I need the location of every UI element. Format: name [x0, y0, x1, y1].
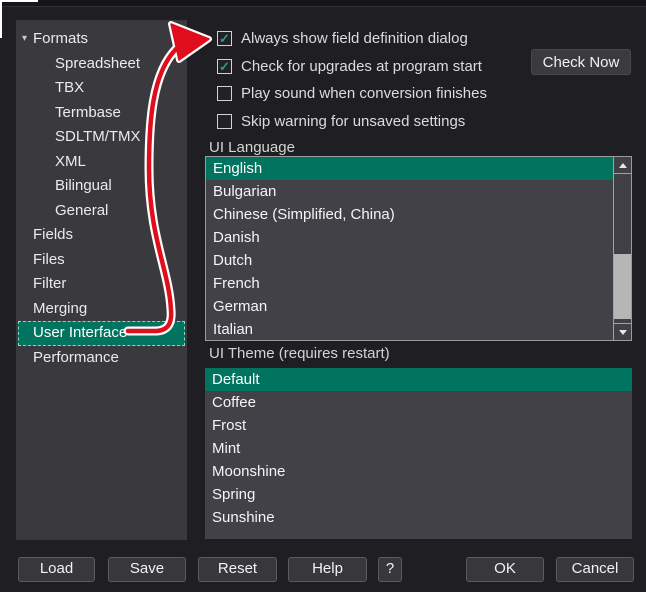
save-button[interactable]: Save — [108, 557, 186, 582]
list-item-english[interactable]: English — [206, 157, 613, 180]
scroll-down-icon[interactable] — [614, 323, 631, 340]
sidebar-item-label: TBX — [55, 79, 85, 96]
ui-theme-label: UI Theme (requires restart) — [209, 345, 390, 362]
background-window-corner — [0, 0, 38, 2]
ui-language-label: UI Language — [209, 139, 295, 156]
sidebar-item-xml[interactable]: XML — [16, 150, 187, 175]
list-item-moonshine[interactable]: Moonshine — [205, 460, 632, 483]
sidebar-item-label: User Interface — [33, 324, 128, 341]
sidebar-item-label: Spreadsheet — [55, 54, 141, 72]
options-checkbox-group: ✓ Always show field definition dialog ✓ Che… — [217, 0, 527, 140]
checkbox-row[interactable]: ✓ Check for upgrades at program start — [217, 57, 482, 75]
settings-tree: ▾ Formats Spreadsheet TBX Termbase SDLTM/TMX X… — [16, 20, 187, 540]
list-item-danish[interactable]: Danish — [206, 226, 613, 249]
checkbox-label: Play sound when conversion finishes — [241, 84, 487, 102]
sidebar-item-performance[interactable]: Performance — [16, 346, 187, 371]
sidebar-item-label: Merging — [33, 299, 88, 317]
list-item-coffee[interactable]: Coffee — [205, 391, 632, 414]
checkbox-label: Always show field definition dialog — [241, 29, 468, 47]
list-item-mint[interactable]: Mint — [205, 437, 632, 460]
ui-language-listbox: English Bulgarian Chinese (Simplified, Chi… — [205, 156, 632, 341]
vertical-scrollbar[interactable] — [613, 157, 631, 340]
list-item-bulgarian[interactable]: Bulgarian — [206, 180, 613, 203]
checkbox-row[interactable]: Play sound when conversion finishes — [217, 84, 487, 102]
sidebar-item-files[interactable]: Files — [16, 248, 187, 273]
sidebar-item-spreadsheet[interactable]: Spreadsheet — [16, 52, 187, 77]
sidebar-item-sdltm-tmx[interactable]: SDLTM/TMX — [16, 125, 187, 150]
list-item-chinese-simplified-china-[interactable]: Chinese (Simplified, China) — [206, 203, 613, 226]
down-arrow-icon — [618, 329, 627, 335]
sidebar-item-label: Termbase — [55, 103, 121, 121]
settings-dialog: ▾ Formats Spreadsheet TBX Termbase SDLTM/TMX X… — [0, 0, 646, 592]
ui-theme-listbox: Default Coffee Frost Mint Moonshine Spring Sun… — [205, 368, 632, 539]
sidebar-item-general[interactable]: General — [16, 199, 187, 224]
ui-theme-rows: Default Coffee Frost Mint Moonshine Spring Sun… — [205, 368, 632, 539]
list-item-default[interactable]: Default — [205, 368, 632, 391]
checkbox-checked-icon[interactable]: ✓ — [217, 30, 232, 46]
background-window-corner — [0, 0, 2, 38]
checkbox-unchecked-icon[interactable] — [217, 113, 232, 129]
scrollbar-thumb[interactable] — [614, 254, 631, 319]
up-arrow-icon — [618, 162, 627, 168]
list-item-french[interactable]: French — [206, 272, 613, 295]
sidebar-item-filter[interactable]: Filter — [16, 272, 187, 297]
sidebar-item-fields[interactable]: Fields — [16, 223, 187, 248]
sidebar-item-user-interface[interactable]: User Interface — [18, 321, 185, 346]
sidebar-item-termbase[interactable]: Termbase — [16, 101, 187, 126]
check-now-button[interactable]: Check Now — [531, 49, 631, 75]
question-button[interactable]: ? — [378, 557, 402, 582]
checkbox-checked-icon[interactable]: ✓ — [217, 58, 232, 74]
tree-expander-icon[interactable]: ▾ — [17, 27, 32, 52]
ok-button[interactable]: OK — [466, 557, 544, 582]
list-item-spring[interactable]: Spring — [205, 483, 632, 506]
list-item-sunshine[interactable]: Sunshine — [205, 506, 632, 529]
sidebar-item-label: Files — [33, 250, 65, 268]
load-button[interactable]: Load — [18, 557, 95, 582]
sidebar-item-label: Filter — [33, 275, 67, 292]
sidebar-item-tbx[interactable]: TBX — [16, 76, 187, 101]
checkbox-row[interactable]: Skip warning for unsaved settings — [217, 112, 465, 130]
ui-language-rows: English Bulgarian Chinese (Simplified, Chi… — [206, 157, 613, 340]
list-item-frost[interactable]: Frost — [205, 414, 632, 437]
sidebar-item-label: Bilingual — [55, 177, 112, 194]
sidebar-item-label: Performance — [33, 348, 119, 366]
sidebar-item-label: XML — [55, 152, 86, 170]
list-item-italian[interactable]: Italian — [206, 318, 613, 340]
sidebar-item-formats[interactable]: ▾ Formats — [16, 27, 187, 52]
checkbox-row[interactable]: ✓ Always show field definition dialog — [217, 29, 468, 47]
sidebar-item-label: SDLTM/TMX — [55, 128, 141, 145]
sidebar-item-label: Formats — [33, 30, 89, 47]
sidebar-item-bilingual[interactable]: Bilingual — [16, 174, 187, 199]
help-button[interactable]: Help — [288, 557, 367, 582]
list-item-dutch[interactable]: Dutch — [206, 249, 613, 272]
cancel-button[interactable]: Cancel — [556, 557, 634, 582]
checkbox-label: Skip warning for unsaved settings — [241, 112, 466, 130]
list-item-german[interactable]: German — [206, 295, 613, 318]
sidebar-item-merging[interactable]: Merging — [16, 297, 187, 322]
scroll-up-icon[interactable] — [614, 157, 631, 174]
reset-button[interactable]: Reset — [198, 557, 277, 582]
sidebar-item-label: Fields — [33, 226, 74, 243]
checkbox-label: Check for upgrades at program start — [241, 57, 482, 75]
checkbox-unchecked-icon[interactable] — [217, 85, 232, 101]
sidebar-item-label: General — [55, 201, 109, 219]
